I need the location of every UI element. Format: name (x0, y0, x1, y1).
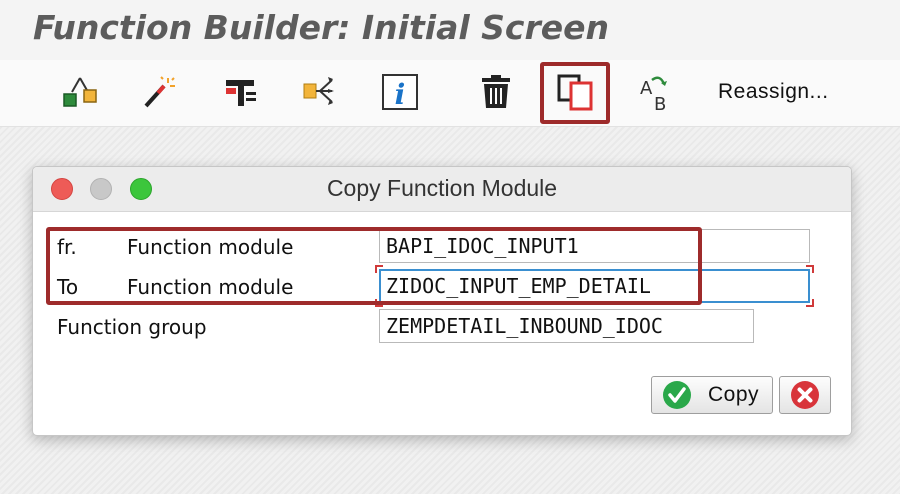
window-title-bar: Function Builder: Initial Screen (0, 0, 900, 61)
page-title: Function Builder: Initial Screen (33, 8, 610, 47)
focus-corner-marker (806, 265, 814, 273)
trash-icon[interactable] (474, 70, 518, 114)
function-module-fields-highlight (46, 227, 702, 305)
focus-corner-marker (806, 299, 814, 307)
svg-text:A: A (640, 78, 653, 99)
object-hierarchy-icon[interactable] (58, 70, 102, 114)
function-group-field[interactable]: ZEMPDETAIL_INBOUND_IDOC (379, 309, 754, 343)
copy-function-module-dialog: Copy Function Module fr. Function module… (32, 166, 852, 436)
checkmark-icon (663, 381, 691, 409)
copy-button-highlight (540, 62, 610, 124)
rename-icon[interactable]: A B (634, 70, 678, 114)
dialog-title-bar: Copy Function Module (33, 167, 851, 212)
svg-text:i: i (395, 78, 406, 111)
svg-text:B: B (654, 94, 666, 114)
function-group-label: Function group (57, 315, 207, 339)
magic-wand-icon[interactable] (136, 70, 180, 114)
cancel-icon (791, 381, 819, 409)
reassign-button[interactable]: Reassign... (718, 80, 829, 104)
toolbar: i A B Reassign... (0, 60, 900, 127)
copy-button[interactable]: Copy (651, 376, 773, 414)
test-clamp-icon[interactable] (218, 70, 262, 114)
dialog-title: Copy Function Module (326, 175, 558, 201)
where-used-icon[interactable] (298, 70, 342, 114)
cancel-button[interactable] (779, 376, 831, 414)
copy-button-label: Copy (708, 383, 760, 406)
info-icon[interactable]: i (378, 70, 422, 114)
